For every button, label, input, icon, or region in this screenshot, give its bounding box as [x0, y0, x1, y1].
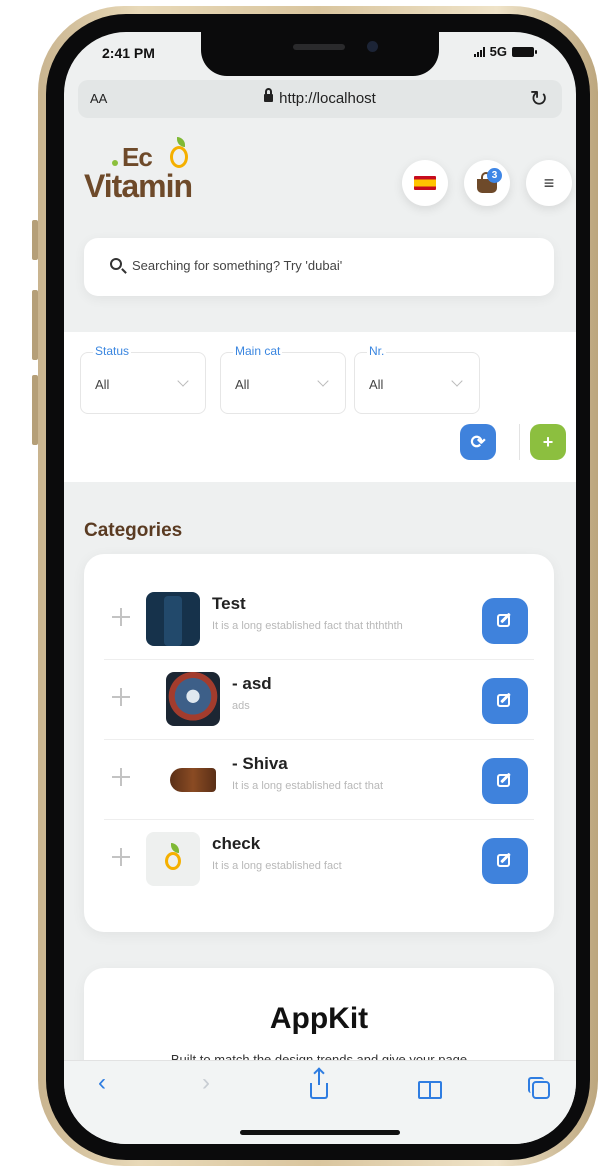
- category-name: - Shiva: [232, 754, 288, 773]
- battery-icon: [512, 46, 537, 57]
- speaker: [293, 44, 345, 50]
- back-icon[interactable]: ‹: [98, 1069, 106, 1097]
- tabs-icon[interactable]: [528, 1077, 550, 1099]
- status-value: All: [95, 377, 110, 392]
- notch: [201, 32, 439, 76]
- bookmarks-icon[interactable]: [418, 1081, 442, 1099]
- category-name: check: [212, 834, 261, 853]
- share-icon[interactable]: [310, 1069, 328, 1099]
- edit-button[interactable]: [482, 838, 528, 884]
- refresh-button[interactable]: ⟳: [460, 424, 496, 460]
- category-thumbnail-shirt: [146, 592, 200, 646]
- nr-label: Nr.: [367, 344, 387, 358]
- ecovitamin-logo[interactable]: Ec Vitamin: [84, 137, 244, 222]
- main-cat-label: Main cat: [233, 344, 283, 358]
- drag-handle-icon[interactable]: [112, 688, 130, 706]
- status-time: 2:41 PM: [102, 45, 155, 61]
- spain-flag-icon: [414, 176, 436, 190]
- refresh-icon: ⟳: [470, 431, 486, 452]
- url-field[interactable]: http://localhost: [78, 88, 562, 107]
- volume-up-button: [32, 290, 38, 360]
- home-indicator: [240, 1130, 400, 1135]
- filters-panel: Status All Main cat All Nr. All ⟳ +: [64, 332, 576, 482]
- reload-icon[interactable]: ↻: [530, 86, 548, 112]
- edit-button[interactable]: [482, 678, 528, 724]
- categories-heading: Categories: [84, 520, 183, 541]
- plus-icon: +: [542, 431, 554, 452]
- drag-handle-icon[interactable]: [112, 848, 130, 866]
- phone-screen: 2:41 PM 5G AA http://localhost ↻ Ec Vita…: [64, 32, 576, 1144]
- cart-button[interactable]: 3: [464, 160, 510, 206]
- edit-button[interactable]: [482, 758, 528, 804]
- nr-value: All: [369, 377, 384, 392]
- drag-handle-icon[interactable]: [112, 768, 130, 786]
- drag-handle-icon[interactable]: [112, 608, 130, 626]
- menu-button[interactable]: ≡: [526, 160, 572, 206]
- status-select[interactable]: Status All: [80, 344, 206, 414]
- forward-icon[interactable]: ›: [202, 1069, 210, 1097]
- category-description: It is a long established fact that ththt…: [212, 620, 403, 632]
- logo-bottom-text: Vitamin: [84, 168, 193, 204]
- categories-card: Test It is a long established fact that …: [84, 554, 554, 932]
- main-cat-value: All: [235, 377, 250, 392]
- add-button[interactable]: +: [530, 424, 566, 460]
- category-thumbnail-belt: [166, 752, 220, 806]
- appkit-title: AppKit: [269, 1002, 369, 1035]
- network-status: 5G: [473, 44, 537, 59]
- cart-count-badge: 3: [487, 168, 502, 183]
- category-description: ads: [232, 700, 250, 712]
- chevron-down-icon: [451, 375, 463, 387]
- chevron-down-icon: [177, 375, 189, 387]
- category-row[interactable]: - Shiva It is a long established fact th…: [104, 740, 534, 820]
- language-button[interactable]: [402, 160, 448, 206]
- chevron-down-icon: [317, 375, 329, 387]
- edit-button[interactable]: [482, 598, 528, 644]
- nr-select[interactable]: Nr. All: [354, 344, 480, 414]
- category-thumbnail-game: [166, 672, 220, 726]
- search-bar[interactable]: Searching for something? Try 'dubai': [84, 238, 554, 296]
- search-icon: [110, 258, 122, 270]
- side-button: [32, 220, 38, 260]
- category-description: It is a long established fact that: [232, 780, 384, 792]
- category-row[interactable]: Test It is a long established fact that …: [104, 580, 534, 660]
- signal-icon: [473, 46, 485, 57]
- search-input[interactable]: Searching for something? Try 'dubai': [132, 258, 342, 273]
- url-text: http://localhost: [279, 90, 376, 107]
- network-type: 5G: [489, 44, 507, 59]
- address-bar[interactable]: AA http://localhost ↻: [78, 80, 562, 118]
- category-name: - asd: [232, 674, 272, 693]
- category-row[interactable]: - asd ads: [104, 660, 534, 740]
- camera: [367, 41, 378, 52]
- category-name: Test: [212, 594, 246, 613]
- category-thumbnail-logo: [146, 832, 200, 886]
- logo-dot: [112, 160, 118, 166]
- volume-down-button: [32, 375, 38, 445]
- category-description: It is a long established fact: [212, 860, 342, 872]
- lock-icon: [264, 88, 274, 102]
- category-row[interactable]: check It is a long established fact: [104, 820, 534, 900]
- main-cat-select[interactable]: Main cat All: [220, 344, 346, 414]
- status-label: Status: [93, 344, 132, 358]
- divider: [519, 424, 520, 460]
- hamburger-menu-icon: ≡: [543, 172, 555, 193]
- logo-leaf-icon: [170, 137, 188, 168]
